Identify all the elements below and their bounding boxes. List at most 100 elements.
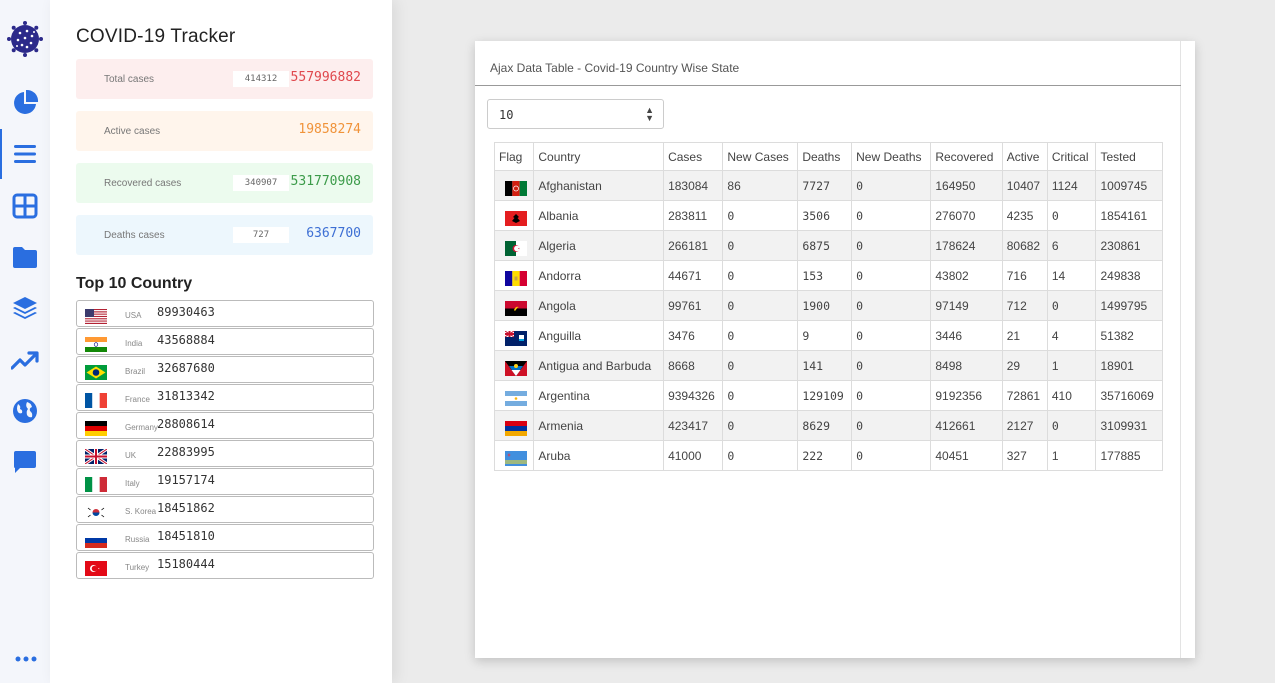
table-row[interactable]: Anguilla 3476 0 9 0 3446 21 4 51382 bbox=[493, 320, 1163, 351]
cell-new-deaths: 0 bbox=[851, 350, 932, 381]
cell-new-cases: 0 bbox=[722, 260, 799, 291]
table-row[interactable]: Algeria 266181 0 6875 0 178624 80682 6 230861 bbox=[493, 230, 1163, 261]
column-header-recovered[interactable]: Recovered bbox=[930, 142, 1003, 171]
column-header-country[interactable]: Country bbox=[533, 142, 665, 171]
top-country-name: UK bbox=[125, 451, 137, 460]
column-header-active[interactable]: Active bbox=[1001, 142, 1048, 171]
cell-active: 72861 bbox=[1001, 380, 1048, 411]
active-cases-label: Active cases bbox=[104, 126, 161, 137]
flag-de-icon bbox=[85, 421, 107, 436]
recovered-cases-card: Recovered cases 340907 531770908 bbox=[76, 163, 373, 203]
total-cases-label: Total cases bbox=[104, 74, 155, 85]
cell-active: 4235 bbox=[1001, 200, 1048, 231]
top-country-cases: 18451862 bbox=[157, 501, 215, 515]
cell-tested: 18901 bbox=[1095, 350, 1163, 381]
column-header-deaths[interactable]: Deaths bbox=[797, 142, 853, 171]
table-row[interactable]: Aruba 41000 0 222 0 40451 327 1 177885 bbox=[493, 440, 1163, 471]
flag-kr-icon bbox=[85, 505, 107, 520]
top-country-cases: 19157174 bbox=[157, 473, 215, 487]
cell-recovered: 412661 bbox=[930, 410, 1003, 441]
column-header-new-cases[interactable]: New Cases bbox=[722, 142, 799, 171]
top-country-item[interactable]: Russia 18451810 bbox=[76, 524, 374, 551]
recovered-cases-delta: 340907 bbox=[233, 175, 289, 191]
page-size-select[interactable]: 10 ▲ ▼ bbox=[487, 99, 664, 129]
deaths-cases-label: Deaths cases bbox=[104, 230, 165, 241]
top-country-item[interactable]: S. Korea 18451862 bbox=[76, 496, 374, 523]
cell-deaths: 222 bbox=[797, 440, 853, 471]
cell-critical: 410 bbox=[1046, 380, 1097, 411]
icon-rail bbox=[0, 0, 50, 683]
top-country-name: Russia bbox=[125, 535, 150, 544]
virus-logo-icon[interactable] bbox=[7, 21, 43, 57]
flag-cell bbox=[493, 290, 535, 321]
table-row[interactable]: Armenia 423417 0 8629 0 412661 2127 0 3109931 bbox=[493, 410, 1163, 441]
data-table-card: Ajax Data Table - Covid-19 Country Wise … bbox=[475, 41, 1195, 658]
flag-ao-icon bbox=[505, 301, 527, 317]
top-country-cases: 18451810 bbox=[157, 529, 215, 543]
cell-recovered: 40451 bbox=[930, 440, 1003, 471]
column-header-flag[interactable]: Flag bbox=[493, 142, 535, 171]
cell-deaths: 9 bbox=[797, 320, 853, 351]
cell-new-deaths: 0 bbox=[851, 200, 932, 231]
chat-icon[interactable] bbox=[11, 448, 39, 476]
flag-br-icon bbox=[85, 365, 107, 380]
cell-new-deaths: 0 bbox=[851, 170, 932, 201]
table-row[interactable]: Angola 99761 0 1900 0 97149 712 0 1499795 bbox=[493, 290, 1163, 321]
layers-icon[interactable] bbox=[11, 294, 39, 322]
table-row[interactable]: Antigua and Barbuda 8668 0 141 0 8498 29 1 18901 bbox=[493, 350, 1163, 381]
cell-cases: 283811 bbox=[663, 200, 724, 231]
summary-panel: COVID-19 Tracker Total cases 414312 5579… bbox=[50, 0, 392, 683]
cell-critical: 0 bbox=[1046, 200, 1097, 231]
flag-ai-icon bbox=[505, 331, 527, 347]
deaths-cases-value: 6367700 bbox=[306, 226, 361, 241]
cell-country: Angola bbox=[533, 290, 665, 321]
cell-recovered: 9192356 bbox=[930, 380, 1003, 411]
cell-new-deaths: 0 bbox=[851, 260, 932, 291]
top-country-item[interactable]: USA 89930463 bbox=[76, 300, 374, 327]
top-country-item[interactable]: Turkey 15180444 bbox=[76, 552, 374, 579]
top-country-item[interactable]: India 43568884 bbox=[76, 328, 374, 355]
top-country-item[interactable]: Italy 19157174 bbox=[76, 468, 374, 495]
recovered-cases-label: Recovered cases bbox=[104, 178, 182, 189]
table-row[interactable]: Afghanistan 183084 86 7727 0 164950 10407 1124 1… bbox=[493, 170, 1163, 201]
list-icon[interactable] bbox=[11, 140, 39, 168]
table-row[interactable]: Andorra 44671 0 153 0 43802 716 14 249838 bbox=[493, 260, 1163, 291]
cell-tested: 1499795 bbox=[1095, 290, 1163, 321]
flag-ru-icon bbox=[85, 533, 107, 548]
column-header-tested[interactable]: Tested bbox=[1095, 142, 1163, 171]
column-header-critical[interactable]: Critical bbox=[1046, 142, 1097, 171]
more-icon[interactable] bbox=[14, 650, 38, 668]
cell-cases: 44671 bbox=[663, 260, 724, 291]
globe-icon[interactable] bbox=[11, 397, 39, 425]
cell-tested: 249838 bbox=[1095, 260, 1163, 291]
cell-tested: 1009745 bbox=[1095, 170, 1163, 201]
column-header-cases[interactable]: Cases bbox=[663, 142, 724, 171]
flag-cell bbox=[493, 380, 535, 411]
cell-critical: 6 bbox=[1046, 230, 1097, 261]
top-country-cases: 28808614 bbox=[157, 417, 215, 431]
column-header-new-deaths[interactable]: New Deaths bbox=[851, 142, 932, 171]
flag-cell bbox=[493, 260, 535, 291]
top-country-item[interactable]: Germany 28808614 bbox=[76, 412, 374, 439]
grid-icon[interactable] bbox=[11, 192, 39, 220]
folder-icon[interactable] bbox=[11, 243, 39, 271]
top-country-cases: 89930463 bbox=[157, 305, 215, 319]
top-country-item[interactable]: France 31813342 bbox=[76, 384, 374, 411]
table-row[interactable]: Albania 283811 0 3506 0 276070 4235 0 1854161 bbox=[493, 200, 1163, 231]
cell-cases: 423417 bbox=[663, 410, 724, 441]
table-row[interactable]: Argentina 9394326 0 129109 0 9192356 72861 410 3… bbox=[493, 380, 1163, 411]
top-country-item[interactable]: UK 22883995 bbox=[76, 440, 374, 467]
select-arrows-icon: ▲ ▼ bbox=[645, 105, 654, 123]
cell-new-cases: 0 bbox=[722, 320, 799, 351]
app-title: COVID-19 Tracker bbox=[76, 26, 236, 47]
cell-deaths: 8629 bbox=[797, 410, 853, 441]
top-country-name: Brazil bbox=[125, 367, 146, 376]
top-country-name: USA bbox=[125, 311, 142, 320]
trend-up-icon[interactable] bbox=[11, 346, 39, 374]
top-country-item[interactable]: Brazil 32687680 bbox=[76, 356, 374, 383]
card-scrollbar-track[interactable] bbox=[1180, 41, 1181, 658]
top-country-name: S. Korea bbox=[125, 507, 157, 516]
flag-in-icon bbox=[85, 337, 107, 352]
pie-chart-icon[interactable] bbox=[11, 89, 39, 117]
cell-new-deaths: 0 bbox=[851, 440, 932, 471]
